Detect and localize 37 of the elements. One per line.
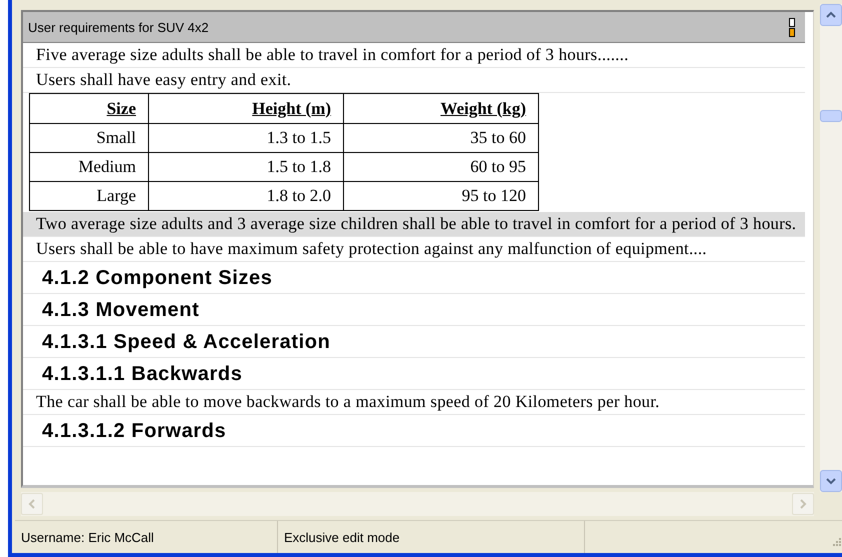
scroll-thumb[interactable] (820, 110, 842, 122)
section-heading: 4.1.3.1 Speed & Acceleration (23, 326, 805, 358)
column-header: Weight (kg) (344, 94, 538, 124)
table-cell: 60 to 95 (344, 152, 538, 182)
vertical-scrollbar[interactable] (820, 4, 842, 492)
requirement-text: Five average size adults shall be able to travel in comfort for a period of 3 hours....... (23, 43, 805, 68)
chevron-left-icon (28, 499, 36, 509)
chevron-down-icon (826, 477, 836, 485)
column-header: Size (30, 94, 148, 124)
table-cell: 1.8 to 2.0 (148, 182, 344, 210)
section-heading: 4.1.3.1.2 Forwards (23, 415, 805, 447)
section-heading: 4.1.3 Movement (23, 294, 805, 326)
table-cell: 1.3 to 1.5 (148, 124, 344, 152)
section-heading: 4.1.3.1.1 Backwards (23, 358, 805, 390)
table-cell: Medium (30, 152, 148, 182)
requirement-text: The car shall be able to move backwards to a maximum speed of 20 Kilometers per hour. (23, 390, 805, 415)
split-icon (789, 18, 795, 36)
table-cell: 1.5 to 1.8 (148, 152, 344, 182)
horizontal-scrollbar[interactable] (21, 492, 814, 516)
scroll-down-button[interactable] (820, 470, 842, 492)
requirement-text: Users shall have easy entry and exit. (23, 68, 805, 93)
section-heading: 4.1.2 Component Sizes (23, 262, 805, 294)
requirement-text: Users shall be able to have maximum safety protection against any malfunction of equipment.... (23, 237, 805, 262)
table-cell: Large (30, 182, 148, 210)
requirement-text: Two average size adults and 3 average size children shall be able to travel in comfort for a period of 3 hours. (23, 212, 805, 237)
scroll-left-button[interactable] (21, 493, 43, 515)
scroll-right-button[interactable] (792, 493, 814, 515)
table-cell: Small (30, 124, 148, 152)
document-title: User requirements for SUV 4x2 (28, 20, 209, 34)
status-text: Username: Eric McCall (21, 530, 154, 544)
chevron-up-icon (826, 11, 836, 19)
scroll-up-button[interactable] (820, 4, 842, 26)
column-header: Height (m) (148, 94, 344, 124)
chevron-right-icon (799, 499, 807, 509)
table-cell: 35 to 60 (344, 124, 538, 152)
table-cell: 95 to 120 (344, 182, 538, 210)
status-text: Exclusive edit mode (284, 530, 400, 544)
